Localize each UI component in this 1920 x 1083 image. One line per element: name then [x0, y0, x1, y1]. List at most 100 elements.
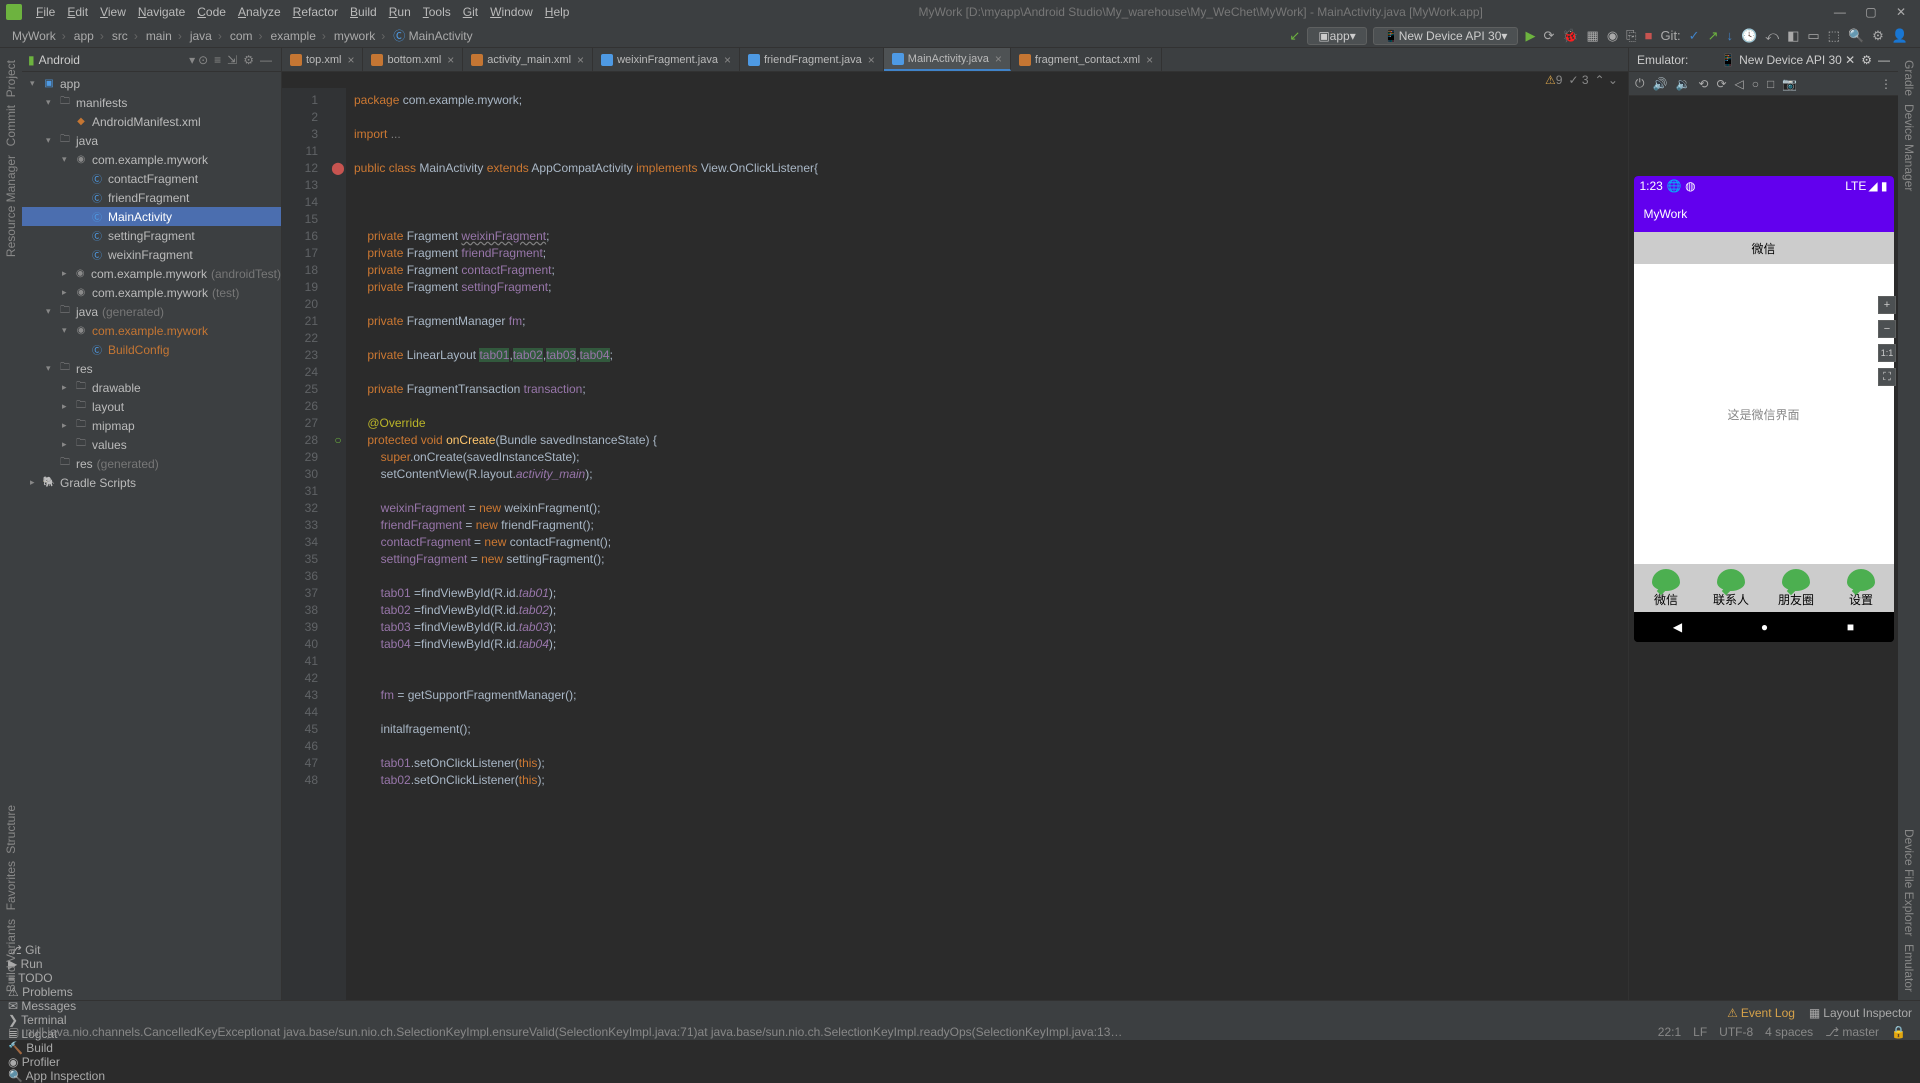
menu-view[interactable]: View — [94, 5, 132, 19]
phone-nav-bar[interactable]: ◀ ● ■ — [1634, 612, 1894, 642]
emulator-device-frame[interactable]: 1:23 🌐 ◍ LTE ◢ ▮ MyWork 微信 这是微信界面 微信联系人朋… — [1634, 176, 1894, 642]
stop-icon[interactable]: ■ — [1641, 28, 1657, 43]
bottom-tool-run[interactable]: ▶ Run — [8, 957, 105, 971]
git-update-icon[interactable]: ↓ — [1722, 28, 1737, 43]
editor-tab-bottom-xml[interactable]: bottom.xml× — [363, 48, 463, 71]
minimize-icon[interactable]: ― — [1826, 5, 1854, 19]
phone-bottom-nav[interactable]: 微信联系人朋友圈设置 — [1634, 564, 1894, 612]
tree-node-drawable[interactable]: ▸ 🗀 drawable — [22, 378, 281, 397]
project-tree[interactable]: ▾ ▣ app ▾ 🗀 manifests ◆ AndroidManifest.… — [22, 72, 281, 1000]
settings-icon[interactable]: ⚙ — [1868, 28, 1888, 44]
tool-tab-emulator[interactable]: Emulator — [1902, 944, 1916, 992]
inspection-widget[interactable]: ⚠ 9 ✓ 3 ⌃ ⌄ — [282, 72, 1628, 88]
bottom-tool-todo[interactable]: ≡ TODO — [8, 971, 105, 985]
maximize-icon[interactable]: ▢ — [1857, 5, 1884, 19]
breadcrumb-item[interactable]: Ⓒ MainActivity — [389, 29, 482, 43]
git-commit-icon[interactable]: ✓ — [1685, 28, 1704, 44]
menu-window[interactable]: Window — [484, 5, 539, 19]
editor-tab-top-xml[interactable]: top.xml× — [282, 48, 363, 71]
gear-icon[interactable]: ⚙ — [1855, 53, 1878, 67]
apply-changes-icon[interactable]: ⟳ — [1539, 28, 1558, 44]
git-rollback-icon[interactable]: ⤺ — [1761, 28, 1783, 44]
tree-node-com-example-mywork[interactable]: ▾ ◉ com.example.mywork — [22, 150, 281, 169]
tool-tab-favorites[interactable]: Favorites — [4, 861, 18, 910]
tool-tab-project[interactable]: Project — [4, 60, 18, 97]
code-editor[interactable]: package com.example.mywork; import ... p… — [346, 88, 1628, 1000]
indent-setting[interactable]: 4 spaces — [1759, 1025, 1819, 1039]
editor-tab-weixinFragment-java[interactable]: weixinFragment.java× — [593, 48, 740, 71]
breadcrumb-item[interactable]: com — [226, 29, 267, 43]
project-view-selector[interactable]: Android — [39, 53, 189, 67]
tool-tab-device-file-explorer[interactable]: Device File Explorer — [1902, 829, 1916, 936]
device-dropdown[interactable]: 📱 New Device API 30 ▾ — [1373, 27, 1519, 45]
git-branch[interactable]: ⎇ master — [1819, 1025, 1885, 1039]
home-icon[interactable]: ○ — [1752, 77, 1759, 91]
bottom-tool-profiler[interactable]: ◉ Profiler — [8, 1055, 105, 1069]
menu-run[interactable]: Run — [383, 5, 417, 19]
breadcrumb-item[interactable]: example — [267, 29, 330, 43]
line-separator[interactable]: LF — [1687, 1025, 1713, 1039]
profile-icon[interactable]: ◉ — [1603, 28, 1622, 44]
overview-icon[interactable]: □ — [1767, 77, 1774, 91]
menu-navigate[interactable]: Navigate — [132, 5, 191, 19]
tree-node-com-example-mywork[interactable]: ▾ ◉ com.example.mywork — [22, 321, 281, 340]
file-encoding[interactable]: UTF-8 — [1713, 1025, 1759, 1039]
menu-build[interactable]: Build — [344, 5, 383, 19]
tree-node-res[interactable]: 🗀 res(generated) — [22, 454, 281, 473]
tree-node-manifests[interactable]: ▾ 🗀 manifests — [22, 93, 281, 112]
zoom-11-button[interactable]: 1:1 — [1878, 344, 1896, 362]
bottom-tool-problems[interactable]: ⚠ Problems — [8, 985, 105, 999]
zoom-fit-button[interactable]: ⛶ — [1878, 368, 1896, 386]
close-tab-icon[interactable]: × — [447, 53, 454, 67]
editor-tab-fragment_contact-xml[interactable]: fragment_contact.xml× — [1011, 48, 1162, 71]
screenshot-icon[interactable]: 📷 — [1782, 77, 1797, 91]
menu-code[interactable]: Code — [191, 5, 232, 19]
tree-node-gradle-scripts[interactable]: ▸ 🐘 Gradle Scripts — [22, 473, 281, 492]
close-icon[interactable]: ✕ — [1888, 5, 1914, 19]
phone-tab-微信[interactable]: 微信 — [1634, 564, 1699, 612]
phone-tab-联系人[interactable]: 联系人 — [1699, 564, 1764, 612]
power-icon[interactable]: ⏻ — [1635, 76, 1645, 91]
hide-icon[interactable]: — — [1878, 53, 1890, 67]
bottom-tool-app-inspection[interactable]: 🔍 App Inspection — [8, 1069, 105, 1083]
menu-tools[interactable]: Tools — [417, 5, 457, 19]
volume-down-icon[interactable]: 🔉 — [1675, 77, 1690, 91]
tree-node-com-example-mywork[interactable]: ▸ ◉ com.example.mywork(androidTest) — [22, 264, 281, 283]
help-icon[interactable]: 👤 — [1888, 28, 1912, 44]
tool-tab-gradle[interactable]: Gradle — [1902, 60, 1916, 96]
bottom-tool-git[interactable]: ⎇ Git — [8, 943, 105, 957]
bottom-tool-build[interactable]: 🔨 Build — [8, 1041, 105, 1055]
rotate-right-icon[interactable]: ⟳ — [1716, 77, 1726, 91]
sdk-icon[interactable]: ⬚ — [1824, 28, 1844, 44]
tool-tab-structure[interactable]: Structure — [4, 805, 18, 854]
menu-git[interactable]: Git — [457, 5, 484, 19]
debug-icon[interactable]: 🐞 — [1558, 28, 1582, 44]
git-history-icon[interactable]: 🕓 — [1737, 28, 1761, 44]
menu-file[interactable]: File — [30, 5, 61, 19]
gear-icon[interactable]: ⚙ — [240, 53, 257, 67]
coverage-icon[interactable]: ▦ — [1583, 28, 1603, 44]
tool-tab-commit[interactable]: Commit — [4, 105, 18, 146]
caret-position[interactable]: 22:1 — [1652, 1025, 1687, 1039]
rotate-left-icon[interactable]: ⟲ — [1698, 77, 1708, 91]
close-tab-icon[interactable]: × — [577, 53, 584, 67]
phone-tab-朋友圈[interactable]: 朋友圈 — [1764, 564, 1829, 612]
hide-icon[interactable]: — — [257, 53, 275, 67]
close-tab-icon[interactable]: × — [868, 53, 875, 67]
breadcrumb-item[interactable]: java — [186, 29, 226, 43]
close-tab-icon[interactable]: × — [995, 52, 1002, 66]
event-log-button[interactable]: ⚠ Event Log — [1727, 1006, 1795, 1020]
menu-help[interactable]: Help — [539, 5, 576, 19]
line-number-gutter[interactable]: 1231112131415161718192021222324252627282… — [282, 88, 330, 1000]
volume-up-icon[interactable]: 🔊 — [1653, 77, 1668, 91]
tree-node-androidmanifest-xml[interactable]: ◆ AndroidManifest.xml — [22, 112, 281, 131]
editor-tab-MainActivity-java[interactable]: MainActivity.java× — [884, 48, 1011, 71]
expand-icon[interactable]: ⇲ — [224, 53, 240, 67]
tree-node-com-example-mywork[interactable]: ▸ ◉ com.example.mywork(test) — [22, 283, 281, 302]
layout-inspector-button[interactable]: ▦ Layout Inspector — [1809, 1006, 1912, 1020]
attach-icon[interactable]: ⎘ — [1622, 28, 1640, 44]
git-push-icon[interactable]: ↗ — [1704, 28, 1723, 44]
tool-tab-resource-manager[interactable]: Resource Manager — [4, 155, 18, 257]
tree-node-settingfragment[interactable]: Ⓒ settingFragment — [22, 226, 281, 245]
tree-node-app[interactable]: ▾ ▣ app — [22, 74, 281, 93]
